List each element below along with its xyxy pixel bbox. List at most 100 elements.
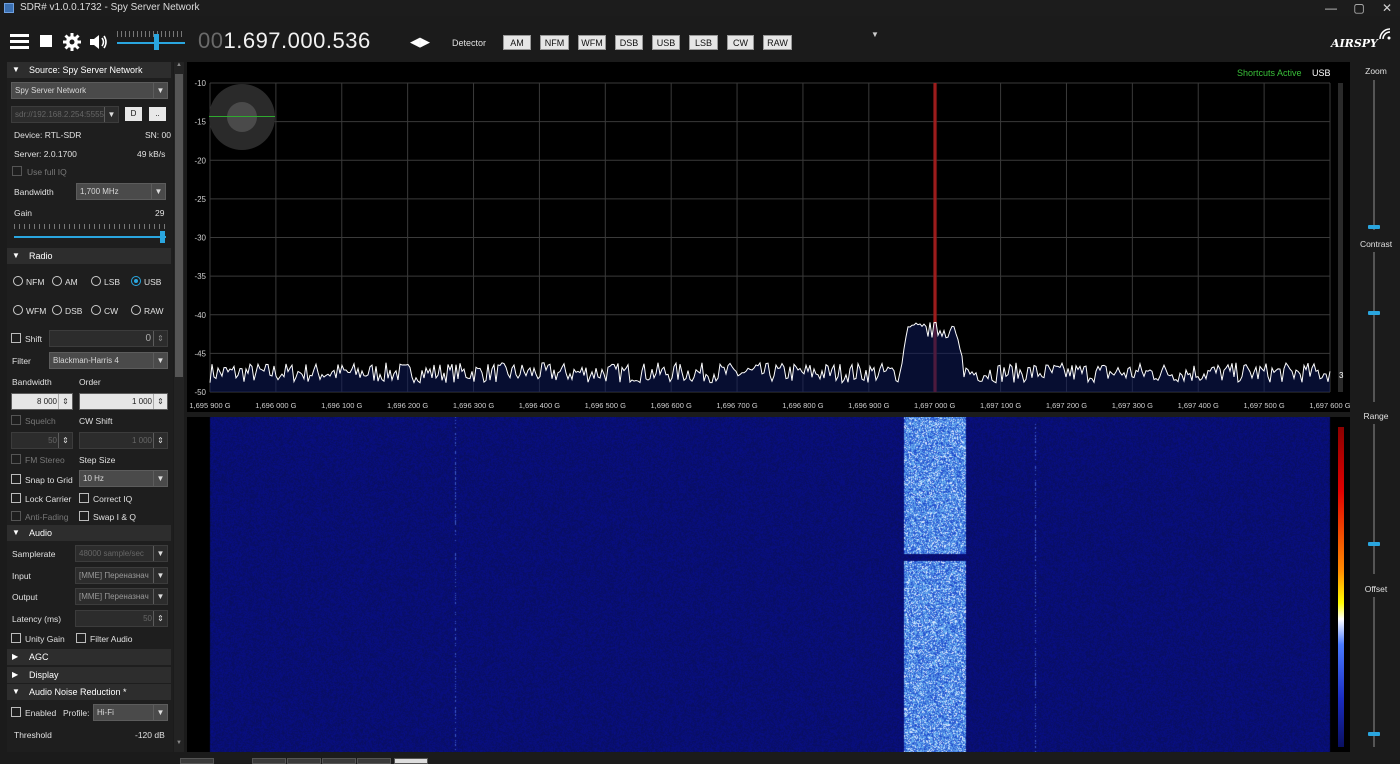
anti-fading-checkbox[interactable] — [11, 511, 21, 521]
mode-button-wfm[interactable]: WFM — [578, 35, 606, 50]
waterfall-panel[interactable] — [187, 417, 1350, 752]
order-input[interactable]: 1 000 ⇕ — [79, 393, 168, 410]
order-label: Order — [79, 377, 101, 387]
offset-slider-thumb[interactable] — [1368, 732, 1380, 736]
taskbar-item[interactable] — [322, 758, 356, 764]
gain-thumb[interactable] — [160, 231, 165, 243]
range-slider-thumb[interactable] — [1368, 542, 1380, 546]
radio-raw[interactable] — [131, 305, 141, 315]
taskbar-item[interactable] — [252, 758, 286, 764]
volume-slider[interactable] — [117, 28, 185, 54]
filter-select[interactable]: Blackman-Harris 4 ▼ — [49, 352, 168, 369]
source-section-header[interactable]: ▼ Source: Spy Server Network — [7, 62, 171, 78]
filter-audio-checkbox[interactable] — [76, 633, 86, 643]
speaker-icon[interactable] — [89, 33, 109, 51]
close-icon[interactable]: ✕ — [1374, 0, 1400, 16]
use-full-iq-checkbox[interactable] — [12, 166, 22, 176]
samplerate-select[interactable]: 48000 sample/sec ▼ — [75, 545, 168, 562]
spectrum-plot[interactable]: -10 -15 -20 -25 -30 -35 -40 -45 -50 1,695 900 G 1,… — [187, 62, 1350, 412]
radio-bandwidth-input[interactable]: 8 000 ⇕ — [11, 393, 73, 410]
shift-checkbox[interactable] — [11, 333, 21, 343]
radio-wfm[interactable] — [13, 305, 23, 315]
radio-am[interactable] — [52, 276, 62, 286]
shift-input[interactable]: 0 ⇕ — [49, 330, 168, 347]
radio-dsb[interactable] — [52, 305, 62, 315]
panel-scrollbar[interactable]: ▲ ▼ — [174, 62, 184, 752]
radio-cw[interactable] — [91, 305, 101, 315]
scroll-down-icon[interactable]: ▼ — [175, 740, 183, 750]
offset-label: Offset — [1364, 584, 1388, 594]
source-bandwidth-label: Bandwidth — [14, 187, 54, 197]
frequency-display[interactable]: 001.697.000.536 — [198, 28, 371, 54]
zoom-slider-thumb[interactable] — [1368, 225, 1380, 229]
server-url-input[interactable]: sdr://192.168.2.254:5555 ▼ — [11, 106, 119, 123]
navigator-line — [209, 116, 275, 117]
source-bandwidth-select[interactable]: 1,700 MHz ▼ — [76, 183, 166, 200]
audio-section-header[interactable]: ▼ Audio — [7, 525, 171, 541]
spectrum-panel[interactable]: -10 -15 -20 -25 -30 -35 -40 -45 -50 1,695 900 G 1,… — [187, 62, 1350, 412]
squelch-checkbox[interactable] — [11, 415, 21, 425]
waterfall-canvas[interactable] — [187, 417, 1350, 752]
navigator-knob[interactable] — [227, 102, 257, 132]
contrast-slider-thumb[interactable] — [1368, 311, 1380, 315]
lock-carrier-checkbox[interactable] — [11, 493, 21, 503]
y-tick-label: -15 — [194, 118, 206, 127]
noise-reduction-section-header[interactable]: ▼ Audio Noise Reduction * — [7, 684, 171, 700]
volume-thumb[interactable] — [154, 34, 159, 50]
more-button[interactable]: .. — [149, 107, 166, 121]
unity-gain-checkbox[interactable] — [11, 633, 21, 643]
gain-slider[interactable] — [14, 222, 166, 243]
zoom-navigator[interactable] — [209, 84, 275, 150]
stop-icon[interactable] — [40, 35, 52, 47]
mode-button-usb[interactable]: USB — [652, 35, 680, 50]
radio-bandwidth-label: Bandwidth — [12, 377, 52, 387]
y-tick-label: -10 — [194, 79, 206, 88]
correct-iq-checkbox[interactable] — [79, 493, 89, 503]
mode-button-dsb[interactable]: DSB — [615, 35, 643, 50]
offset-slider-track[interactable] — [1373, 597, 1375, 747]
snap-to-grid-checkbox[interactable] — [11, 474, 21, 484]
taskbar-item[interactable] — [357, 758, 391, 764]
mode-button-am[interactable]: AM — [503, 35, 531, 50]
threshold-label: Threshold — [14, 730, 52, 740]
radio-section-header[interactable]: ▼ Radio — [7, 248, 171, 264]
scroll-up-icon[interactable]: ▲ — [175, 62, 183, 72]
noise-reduction-enabled-checkbox[interactable] — [11, 707, 21, 717]
swap-iq-checkbox[interactable] — [79, 511, 89, 521]
mode-button-raw[interactable]: RAW — [763, 35, 792, 50]
tune-arrows-icon[interactable]: ◀▶ — [410, 34, 430, 50]
zoom-slider-track[interactable] — [1373, 80, 1375, 230]
agc-section-header[interactable]: ▶ AGC — [7, 649, 171, 665]
y-tick-label: -25 — [194, 195, 206, 204]
mode-button-nfm[interactable]: NFM — [540, 35, 569, 50]
squelch-input[interactable]: 50 ⇕ — [11, 432, 73, 449]
radio-lsb[interactable] — [91, 276, 101, 286]
radio-nfm[interactable] — [13, 276, 23, 286]
radio-usb[interactable] — [131, 276, 141, 286]
taskbar-item[interactable] — [180, 758, 214, 764]
scrollbar-thumb[interactable] — [175, 74, 183, 377]
step-size-select[interactable]: 10 Hz ▼ — [79, 470, 168, 487]
waterfall-color-scale — [1338, 427, 1344, 747]
toolbar-dropdown-icon[interactable]: ▼ — [871, 30, 879, 39]
contrast-slider-track[interactable] — [1373, 252, 1375, 402]
minimize-icon[interactable]: — — [1318, 0, 1344, 16]
mode-button-cw[interactable]: CW — [727, 35, 754, 50]
menu-icon[interactable] — [10, 32, 30, 50]
taskbar-item[interactable] — [287, 758, 321, 764]
audio-output-select[interactable]: [MME] Переназнач ▼ — [75, 588, 168, 605]
range-slider-track[interactable] — [1373, 424, 1375, 574]
audio-input-select[interactable]: [MME] Переназнач ▼ — [75, 567, 168, 584]
latency-input[interactable]: 50 ⇕ — [75, 610, 168, 627]
fm-stereo-checkbox[interactable] — [11, 454, 21, 464]
maximize-icon[interactable]: ▢ — [1346, 0, 1372, 16]
gear-icon[interactable] — [63, 33, 81, 51]
display-section-header[interactable]: ▶ Display — [7, 667, 171, 683]
mode-button-lsb[interactable]: LSB — [689, 35, 718, 50]
taskbar-item-active[interactable] — [394, 758, 428, 764]
spectrum-mode-label: USB — [1312, 68, 1331, 78]
source-type-select[interactable]: Spy Server Network ▼ — [11, 82, 168, 99]
disconnect-button[interactable]: D — [125, 107, 142, 121]
profile-select[interactable]: Hi-Fi ▼ — [93, 704, 168, 721]
cw-shift-input[interactable]: 1 000 ⇕ — [79, 432, 168, 449]
